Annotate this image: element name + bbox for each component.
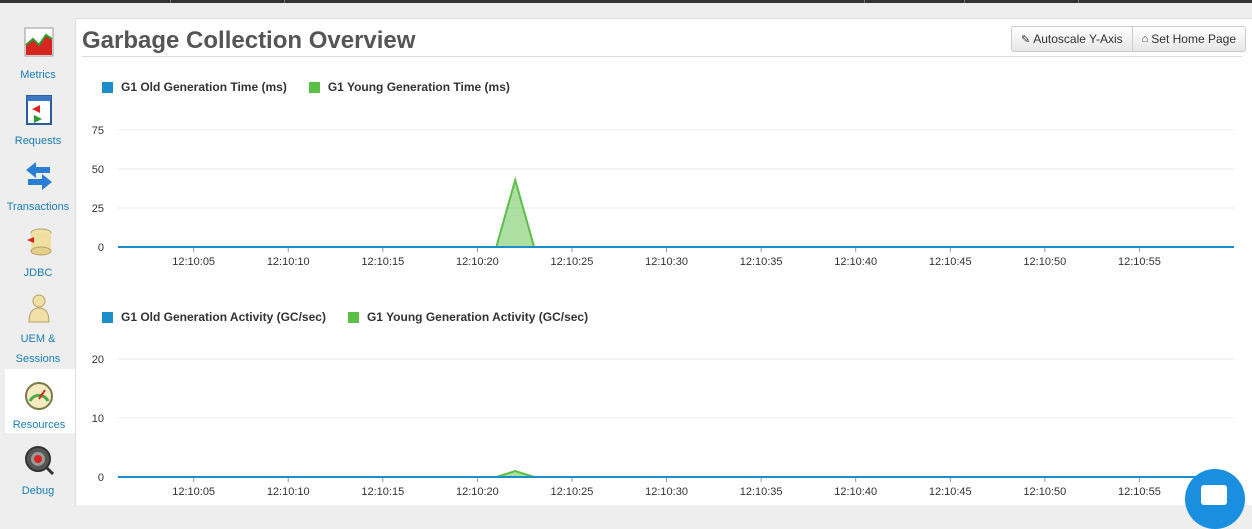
legend-label: G1 Old Generation Activity (GC/sec): [121, 310, 326, 324]
sidebar-item-label: Metrics: [20, 69, 56, 81]
y-tick-label: 50: [92, 164, 104, 176]
x-tick-label: 12:10:45: [929, 486, 972, 498]
legend-item-old-gen-time[interactable]: G1 Old Generation Time (ms): [102, 80, 287, 94]
home-icon: ⌂: [1141, 33, 1149, 45]
sidebar-item-resources[interactable]: Resources: [5, 369, 76, 433]
sidebar-item-metrics[interactable]: Metrics: [0, 27, 76, 87]
x-tick-label: 12:10:50: [1023, 486, 1066, 498]
y-tick-label: 25: [92, 203, 104, 215]
x-tick-label: 12:10:30: [645, 486, 688, 498]
x-tick-label: 12:10:35: [740, 256, 783, 268]
chart1-legend: G1 Old Generation Time (ms) G1 Young Gen…: [102, 80, 532, 94]
sidebar-item-debug[interactable]: Debug: [0, 443, 76, 504]
gc-time-chart[interactable]: 0 25 50 75 12:10:05 12:10:10 12:10:15 12:10:20 1…: [76, 99, 1252, 268]
sidebar-item-label: Transactions: [6, 201, 70, 213]
y-tick-label: 75: [92, 125, 104, 137]
user-icon: [28, 294, 50, 323]
chat-button[interactable]: [1185, 469, 1245, 529]
x-tick-label: 12:10:25: [551, 486, 594, 498]
x-tick-label: 12:10:15: [361, 256, 404, 268]
y-tick-label: 0: [98, 472, 104, 484]
gc-activity-chart[interactable]: 0 10 20 12:10:05 12:10:10 12:10:15 12:10:20 12:…: [76, 329, 1252, 498]
y-tick-label: 0: [98, 242, 104, 254]
chart2-legend: G1 Old Generation Activity (GC/sec) G1 Y…: [102, 310, 610, 324]
page-title: Garbage Collection Overview: [82, 27, 416, 54]
x-tick-label: 12:10:15: [361, 486, 404, 498]
x-tick-label: 12:10:35: [740, 486, 783, 498]
database-icon: [27, 228, 52, 256]
sidebar-item-label: Debug: [21, 485, 55, 497]
legend-label: G1 Old Generation Time (ms): [121, 80, 287, 94]
sidebar-item-label: UEM &: [20, 333, 56, 345]
wand-icon: ✎: [1021, 33, 1031, 46]
x-tick-label: 12:10:10: [267, 486, 310, 498]
requests-icon: [26, 95, 52, 125]
sidebar-item-label: Requests: [14, 135, 62, 147]
legend-item-young-gen-time[interactable]: G1 Young Generation Time (ms): [308, 80, 510, 94]
set-home-page-button-label: Set Home Page: [1151, 32, 1236, 46]
legend-swatch: [102, 311, 113, 323]
x-tick-label: 12:10:30: [645, 256, 688, 268]
x-tick-label: 12:10:05: [172, 256, 215, 268]
x-tick-label: 12:10:20: [456, 256, 499, 268]
x-tick-label: 12:10:25: [551, 256, 594, 268]
series-area-young-gen: [118, 179, 1234, 247]
series-line-young-gen: [118, 176, 1234, 248]
sidebar-item-uem-sessions[interactable]: UEM & Sessions: [0, 293, 76, 369]
x-tick-label: 12:10:10: [267, 256, 310, 268]
x-tick-label: 12:10:55: [1118, 486, 1161, 498]
legend-swatch: [102, 81, 113, 93]
main-panel: Garbage Collection Overview ✎ Autoscale …: [75, 18, 1252, 505]
title-divider: [82, 56, 1242, 57]
legend-swatch: [308, 81, 320, 93]
transactions-arrows-icon: [26, 162, 52, 190]
autoscale-button[interactable]: ✎ Autoscale Y-Axis: [1011, 26, 1133, 52]
x-tick-label: 12:10:05: [172, 486, 215, 498]
legend-label: G1 Young Generation Time (ms): [327, 80, 510, 94]
legend-item-young-gen-activity[interactable]: G1 Young Generation Activity (GC/sec): [347, 310, 589, 324]
legend-label: G1 Young Generation Activity (GC/sec): [366, 310, 589, 324]
y-tick-label: 20: [92, 354, 104, 366]
legend-item-old-gen-activity[interactable]: G1 Old Generation Activity (GC/sec): [102, 310, 326, 324]
sidebar: Metrics Requests Transactions JDBC UEM &…: [0, 3, 76, 504]
legend-swatch: [347, 311, 359, 323]
toolbar: ✎ Autoscale Y-Axis ⌂ Set Home Page: [1011, 26, 1246, 52]
x-tick-label: 12:10:20: [456, 486, 499, 498]
sidebar-item-label: JDBC: [23, 267, 53, 279]
x-tick-label: 12:10:55: [1118, 256, 1161, 268]
sidebar-item-requests[interactable]: Requests: [0, 95, 76, 151]
sidebar-item-label-line2: Sessions: [15, 353, 61, 365]
debug-icon: [25, 446, 54, 475]
y-tick-label: 10: [92, 413, 104, 425]
x-tick-label: 12:10:45: [929, 256, 972, 268]
x-tick-label: 12:10:40: [834, 256, 877, 268]
metrics-chart-icon: [24, 27, 54, 57]
sidebar-item-label: Resources: [12, 419, 66, 431]
top-navbar: [0, 0, 1252, 3]
gauge-icon: [25, 382, 53, 410]
set-home-page-button[interactable]: ⌂ Set Home Page: [1132, 26, 1246, 52]
sidebar-item-transactions[interactable]: Transactions: [0, 161, 76, 217]
x-tick-label: 12:10:50: [1023, 256, 1066, 268]
x-tick-label: 12:10:40: [834, 486, 877, 498]
chat-icon: [1201, 485, 1227, 505]
sidebar-item-jdbc[interactable]: JDBC: [0, 227, 76, 283]
autoscale-button-label: Autoscale Y-Axis: [1033, 32, 1123, 46]
